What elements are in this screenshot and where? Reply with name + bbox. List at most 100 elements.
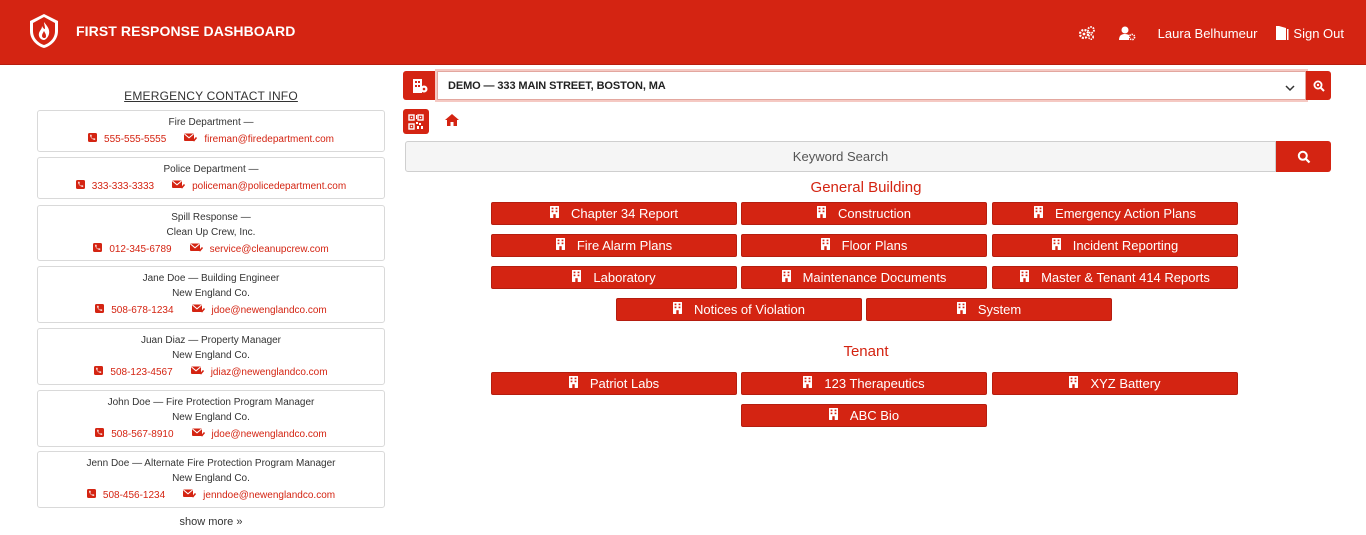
category-button[interactable]: Construction (741, 202, 987, 225)
email-icon (190, 365, 211, 381)
home-icon[interactable] (444, 113, 460, 132)
show-more-link[interactable]: show more » (37, 516, 385, 528)
phone-icon (93, 242, 109, 258)
category-button[interactable]: Fire Alarm Plans (491, 234, 737, 257)
email-icon (184, 132, 204, 148)
contact-email[interactable]: jdoe@newenglandco.com (191, 303, 327, 319)
phone-icon (75, 179, 92, 195)
category-button[interactable]: Chapter 34 Report (491, 202, 737, 225)
contact-email-text: jdoe@newenglandco.com (211, 305, 327, 316)
category-button-label: Incident Reporting (1072, 238, 1179, 253)
category-button[interactable]: XYZ Battery (992, 372, 1238, 395)
contact-phone[interactable]: 508-123-4567 (94, 365, 173, 381)
contact-email[interactable]: jdoe@newenglandco.com (191, 427, 327, 443)
contact-name-line: Juan Diaz — Property Manager (140, 335, 282, 346)
email-icon (172, 179, 192, 195)
contact-phone[interactable]: 555-555-5555 (88, 132, 166, 148)
sign-out-door-icon[interactable] (1275, 25, 1289, 41)
category-button[interactable]: Maintenance Documents (741, 266, 987, 289)
contact-card: Police Department — 333-333-3333 policeman… (37, 157, 385, 199)
category-button-label: Maintenance Documents (802, 270, 947, 285)
contact-phone[interactable]: 508-456-1234 (86, 488, 165, 504)
contact-name-line: New England Co. (172, 288, 250, 299)
category-button[interactable]: Floor Plans (741, 234, 987, 257)
category-button-label: XYZ Battery (1090, 376, 1161, 391)
contact-phone[interactable]: 012-345-6789 (93, 242, 172, 258)
user-name[interactable]: Laura Belhumeur (1158, 26, 1258, 41)
building-icon (568, 376, 590, 391)
contact-email[interactable]: service@cleanupcrew.com (189, 242, 329, 258)
category-button-label: ABC Bio (849, 408, 900, 423)
phone-icon (88, 132, 104, 148)
contact-name-line: Clean Up Crew, Inc. (166, 227, 256, 238)
location-select[interactable]: DEMO — 333 MAIN STREET, BOSTON, MA (437, 71, 1306, 100)
contact-phone[interactable]: 508-678-1234 (95, 303, 174, 319)
building-icon (817, 206, 838, 221)
category-button[interactable]: System (866, 298, 1112, 321)
building-icon (550, 206, 571, 221)
category-button[interactable]: Emergency Action Plans (992, 202, 1238, 225)
keyword-search-input[interactable] (405, 141, 1276, 172)
category-button[interactable]: 123 Therapeutics (741, 372, 987, 395)
email-icon (183, 488, 203, 504)
category-button-label: Construction (838, 206, 911, 221)
contact-phone-text: 555-555-5555 (104, 134, 167, 145)
building-icon (1034, 206, 1055, 221)
contact-email[interactable]: jenndoe@newenglandco.com (183, 488, 335, 504)
location-selected-value: DEMO — 333 MAIN STREET, BOSTON, MA (448, 80, 666, 92)
contact-email-text: jdoe@newenglandco.com (211, 429, 327, 440)
building-icon (555, 238, 577, 253)
category-button[interactable]: Notices of Violation (616, 298, 862, 321)
contact-phone-text: 508-678-1234 (111, 305, 174, 316)
contact-name-line: New England Co. (172, 350, 250, 361)
contact-email[interactable]: jdiaz@newenglandco.com (190, 365, 328, 381)
building-icon (672, 302, 694, 317)
contact-name-line: New England Co. (172, 412, 250, 423)
category-button-label: Patriot Labs (589, 376, 660, 391)
qr-code-button[interactable] (403, 109, 429, 134)
contact-name-line: John Doe — Fire Protection Program Manag… (107, 397, 315, 408)
building-icon (803, 376, 824, 391)
contact-email-text: policeman@policedepartment.com (192, 181, 347, 192)
building-location-button[interactable] (403, 71, 437, 100)
email-icon (191, 427, 212, 443)
contact-name-line: New England Co. (172, 473, 250, 484)
category-button-label: Laboratory (593, 270, 656, 285)
category-button[interactable]: Master & Tenant 414 Reports (992, 266, 1238, 289)
location-search-button[interactable] (1306, 71, 1331, 100)
contact-card: Spill Response — Clean Up Crew, Inc. 012-3… (37, 205, 385, 261)
category-button[interactable]: ABC Bio (741, 404, 987, 427)
category-button-label: Fire Alarm Plans (576, 238, 673, 253)
building-icon (828, 408, 850, 423)
category-button-label: Notices of Violation (693, 302, 806, 317)
contact-email[interactable]: fireman@firedepartment.com (184, 132, 334, 148)
phone-icon (94, 365, 110, 381)
keyword-search-button[interactable] (1276, 141, 1331, 172)
building-icon (1020, 270, 1041, 285)
contact-phone-text: 333-333-3333 (91, 181, 155, 192)
settings-gears-icon[interactable] (1078, 25, 1096, 41)
app-title: FIRST RESPONSE DASHBOARD (76, 23, 296, 39)
contact-phone-text: 012-345-6789 (109, 244, 172, 255)
contact-email-text: service@cleanupcrew.com (209, 244, 329, 255)
emergency-contact-title: EMERGENCY CONTACT INFO (124, 89, 298, 103)
contact-phone-text: 508-567-8910 (111, 429, 174, 440)
user-settings-icon[interactable] (1118, 25, 1136, 41)
contact-phone[interactable]: 508-567-8910 (95, 427, 174, 443)
category-button[interactable]: Incident Reporting (992, 234, 1238, 257)
category-button[interactable]: Patriot Labs (491, 372, 737, 395)
building-icon (1051, 238, 1073, 253)
contact-phone[interactable]: 333-333-3333 (75, 179, 155, 195)
category-button-label: System (977, 302, 1022, 317)
category-button-label: Emergency Action Plans (1055, 206, 1196, 221)
sign-out-link[interactable]: Sign Out (1293, 26, 1344, 41)
contact-name-line: Jane Doe — Building Engineer (142, 273, 280, 284)
contact-email[interactable]: policeman@policedepartment.com (172, 179, 346, 195)
contact-name-line: Jenn Doe — Alternate Fire Protection Pro… (86, 458, 336, 469)
building-icon (956, 302, 978, 317)
contact-name-line: Police Department — (163, 164, 259, 175)
email-icon (191, 303, 212, 319)
building-icon (820, 238, 842, 253)
category-button-label: Floor Plans (841, 238, 908, 253)
category-button[interactable]: Laboratory (491, 266, 737, 289)
